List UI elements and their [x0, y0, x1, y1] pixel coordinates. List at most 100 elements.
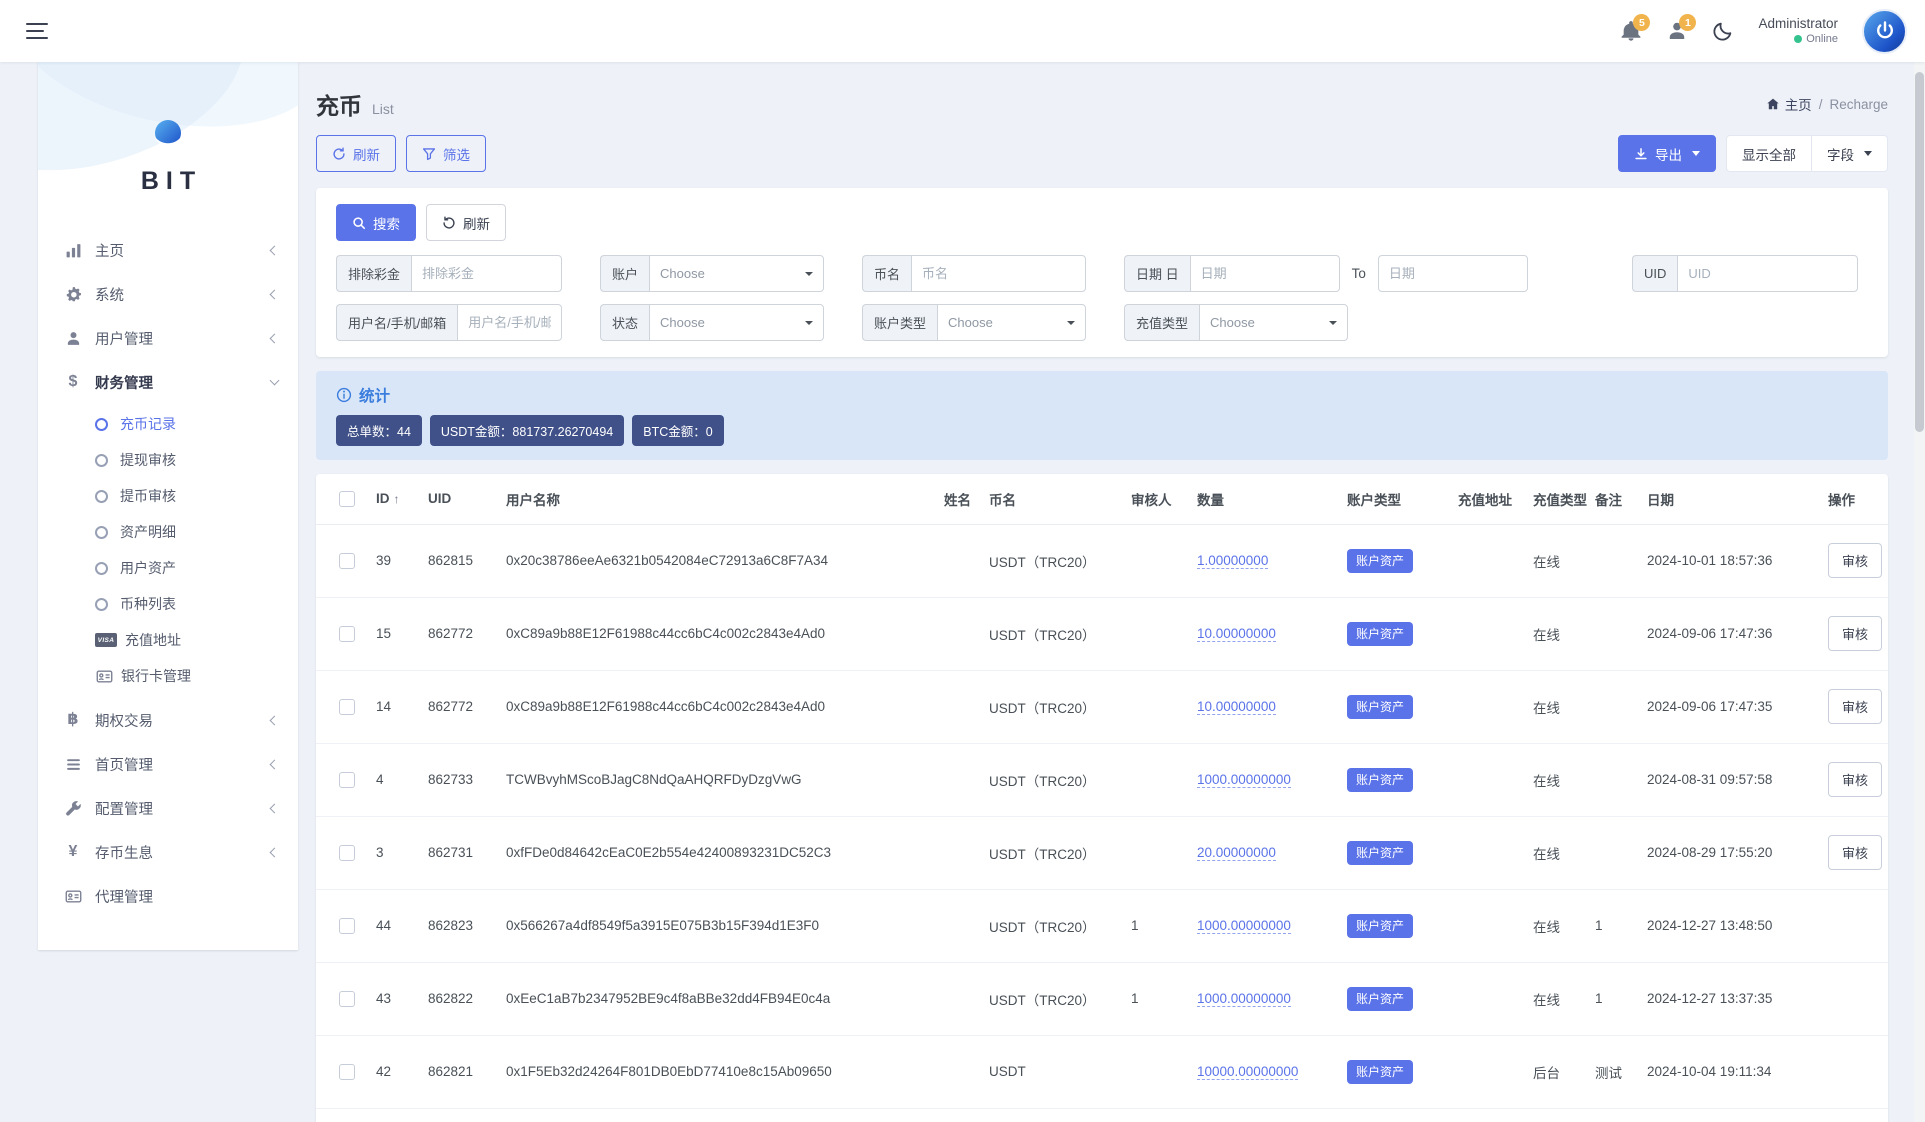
amount-link[interactable]: 10000.00000000 — [1197, 1064, 1299, 1080]
logo-icon — [154, 120, 182, 147]
sidebar-item[interactable]: 配置管理 — [38, 786, 298, 830]
sidebar-item-label: 存币生息 — [95, 845, 153, 862]
sidebar-item[interactable]: 用户管理 — [38, 316, 298, 360]
cell-recharge-type: 在线 — [1523, 816, 1585, 890]
uid-input[interactable] — [1677, 255, 1858, 292]
chevron-icon — [269, 289, 280, 299]
page-canvas: 5 1 Administrator Online BIT 主页 系统 用户管理 … — [0, 0, 1925, 1122]
column-header[interactable]: 用户名称 — [496, 474, 934, 525]
sidebar-subitem[interactable]: VISA 充值地址 — [38, 622, 298, 658]
sidebar-item[interactable]: 首页管理 — [38, 742, 298, 786]
sidebar-subitem[interactable]: 资产明细 — [38, 514, 298, 550]
sidebar-subitem[interactable]: 银行卡管理 — [38, 658, 298, 694]
select-all-checkbox[interactable] — [339, 490, 355, 507]
account-type-select[interactable]: Choose — [937, 304, 1086, 341]
column-header[interactable]: 备注 — [1585, 474, 1637, 525]
column-header[interactable]: 姓名 — [934, 474, 979, 525]
audit-button[interactable]: 审核 — [1828, 616, 1883, 651]
sidebar-subitem[interactable]: 充币记录 — [38, 406, 298, 442]
amount-link[interactable]: 20.00000000 — [1197, 845, 1276, 861]
account-type-badge: 账户资产 — [1347, 841, 1414, 865]
cell-account-type: 账户资产 — [1337, 670, 1448, 744]
chevron-down-icon — [1067, 320, 1075, 325]
refresh-button[interactable]: 刷新 — [316, 135, 396, 172]
sidebar-subitem[interactable]: 提币审核 — [38, 478, 298, 514]
bell-icon[interactable]: 5 — [1620, 14, 1651, 42]
row-checkbox[interactable] — [339, 698, 355, 715]
filter-button[interactable]: 筛选 — [406, 135, 486, 172]
cell-name — [934, 670, 979, 744]
scrollbar-thumb[interactable] — [1915, 72, 1924, 432]
show-all-button[interactable]: 显示全部 — [1726, 135, 1812, 172]
cell-date: 2024-09-06 17:47:36 — [1637, 597, 1818, 671]
filter-label: 账户 — [600, 255, 650, 292]
column-header[interactable]: 账户类型 — [1337, 474, 1448, 525]
amount-link[interactable]: 10.00000000 — [1197, 626, 1276, 642]
amount-link[interactable]: 1.00000000 — [1197, 553, 1269, 569]
dark-mode-moon-icon[interactable] — [1712, 20, 1734, 42]
sidebar-subitem-label: 充值地址 — [125, 632, 181, 648]
sidebar-subitem[interactable]: 币种列表 — [38, 586, 298, 622]
username-input[interactable] — [457, 304, 562, 341]
amount-link[interactable]: 1000.00000000 — [1197, 772, 1291, 788]
menu-toggle-icon[interactable] — [26, 23, 48, 39]
amount-link[interactable]: 1000.00000000 — [1197, 918, 1291, 934]
cell-amount: 10.00000000 — [1187, 597, 1337, 671]
status-select[interactable]: Choose — [649, 304, 824, 341]
exclude-bonus-input[interactable] — [411, 255, 562, 292]
column-header[interactable]: 审核人 — [1121, 474, 1187, 525]
row-checkbox[interactable] — [339, 844, 355, 861]
sidebar-subitem[interactable]: 用户资产 — [38, 550, 298, 586]
recharge-type-select[interactable]: Choose — [1199, 304, 1348, 341]
sidebar-subitem[interactable]: 提现审核 — [38, 442, 298, 478]
amount-link[interactable]: 10.00000000 — [1197, 699, 1276, 715]
date-to-input[interactable] — [1377, 255, 1528, 292]
cell-actions — [1818, 889, 1888, 963]
search-button[interactable]: 搜索 — [336, 204, 416, 241]
cell-remark: 1 — [1585, 889, 1637, 963]
column-header[interactable]: 充值地址 — [1448, 474, 1523, 525]
date-from-input[interactable] — [1189, 255, 1340, 292]
column-header[interactable]: 币名 — [979, 474, 1121, 525]
stats-badges: 总单数：44 USDT金额：881737.26270494 BTC金额：0 — [336, 415, 1868, 446]
sidebar-item[interactable]: 系统 — [38, 272, 298, 316]
amount-link[interactable]: 1000.00000000 — [1197, 991, 1291, 1007]
account-select[interactable]: Choose — [649, 255, 824, 292]
row-checkbox[interactable] — [339, 917, 355, 934]
cell-auditor: 1 — [1121, 889, 1187, 963]
audit-button[interactable]: 审核 — [1828, 543, 1883, 578]
row-checkbox[interactable] — [339, 771, 355, 788]
row-checkbox[interactable] — [339, 552, 355, 569]
chevron-down-icon — [1329, 320, 1337, 325]
row-checkbox[interactable] — [339, 625, 355, 642]
export-button[interactable]: 导出 — [1618, 135, 1716, 172]
audit-button[interactable]: 审核 — [1828, 689, 1883, 724]
avatar[interactable] — [1862, 8, 1907, 54]
sidebar-item[interactable]: ¥ 存币生息 — [38, 830, 298, 874]
sidebar-item[interactable]: 代理管理 — [38, 874, 298, 918]
column-header[interactable]: 数量 — [1187, 474, 1337, 525]
cell-coin: USDT（TRC20） — [979, 743, 1121, 817]
breadcrumb-home-link[interactable]: 主页 — [1766, 94, 1812, 114]
sidebar-item[interactable]: 主页 — [38, 228, 298, 272]
column-header[interactable]: ID ↑ — [366, 474, 418, 525]
cell-recharge-addr — [1448, 1035, 1523, 1109]
audit-button[interactable]: 审核 — [1828, 762, 1883, 797]
cell-name — [934, 1035, 979, 1109]
column-header[interactable]: 充值类型 — [1523, 474, 1587, 525]
column-header[interactable]: UID — [418, 474, 496, 525]
column-header[interactable]: 日期 — [1637, 474, 1818, 525]
row-checkbox[interactable] — [339, 990, 355, 1007]
coin-input[interactable] — [911, 255, 1086, 292]
sidebar-item[interactable]: ฿ 期权交易 — [38, 698, 298, 742]
reset-button[interactable]: 刷新 — [426, 204, 506, 241]
column-header[interactable]: 操作 — [1818, 474, 1888, 525]
sidebar-menu: 主页 系统 用户管理 $ 财务管理 充币记录 提现审核 提币审核 资产明细 用户资产 币种列表 VIS… — [38, 228, 298, 918]
fields-button[interactable]: 字段 — [1811, 135, 1888, 172]
row-checkbox[interactable] — [339, 1063, 355, 1080]
info-icon — [336, 387, 352, 403]
logo[interactable]: BIT — [38, 62, 298, 196]
audit-button[interactable]: 审核 — [1828, 835, 1883, 870]
sidebar-item[interactable]: $ 财务管理 — [38, 360, 298, 404]
user-notification-icon[interactable]: 1 — [1666, 14, 1697, 42]
